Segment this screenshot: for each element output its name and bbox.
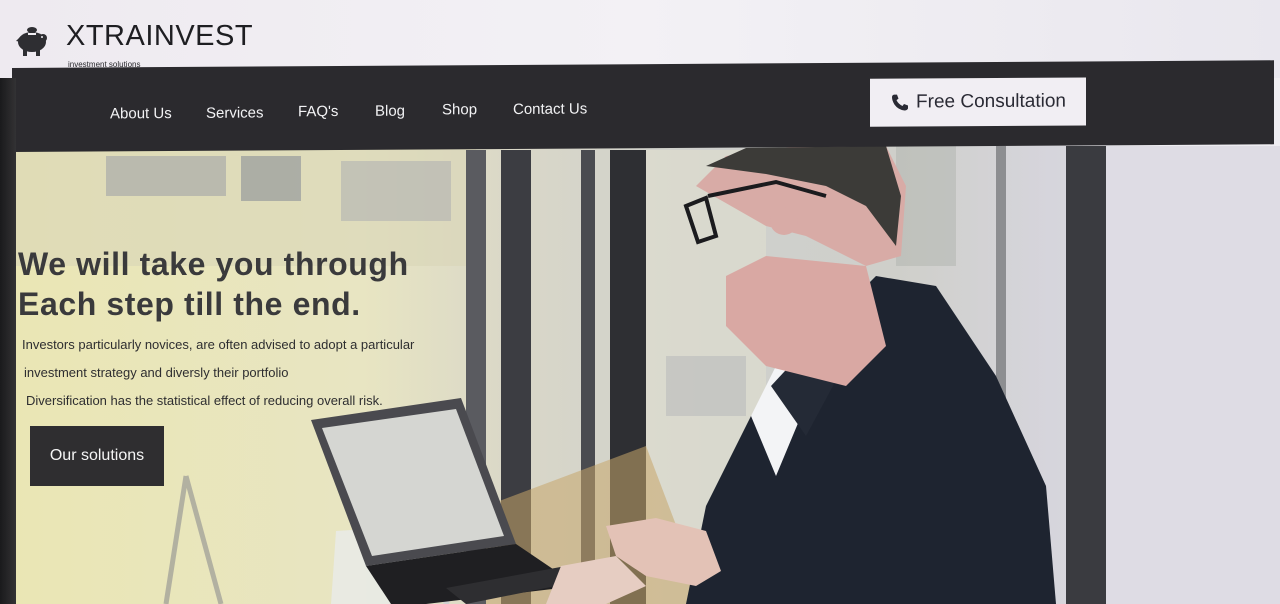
screen-bezel [0,78,16,604]
page: XTRAINVEST investment solutions We will … [0,0,1280,604]
piggy-bank-icon[interactable] [12,24,50,58]
hero-body-line-2: investment strategy and diversly their p… [24,365,289,380]
main-nav: About Us Services FAQ's Blog Shop Contac… [12,60,1274,152]
nav-item-about-us[interactable]: About Us [110,105,172,122]
nav-item-shop[interactable]: Shop [442,101,477,118]
brand-name[interactable]: XTRAINVEST [66,20,253,53]
hero-headline-line-1: We will take you through [18,246,409,282]
hero-body-line-1: Investors particularly novices, are ofte… [22,337,415,352]
our-solutions-button[interactable]: Our solutions [30,426,164,486]
nav-item-faqs[interactable]: FAQ's [298,103,338,120]
nav-item-blog[interactable]: Blog [375,103,405,120]
nav-item-contact-us[interactable]: Contact Us [513,100,587,117]
hero-headline-line-2: Each step till the end. [18,286,361,322]
phone-icon [892,94,909,111]
hero-headline: We will take you through Each step till … [18,244,409,324]
free-consultation-label: Free Consultation [916,90,1066,113]
hero-section: We will take you through Each step till … [6,146,1280,604]
free-consultation-button[interactable]: Free Consultation [870,77,1086,127]
hero-body-line-3: Diversification has the statistical effe… [26,393,383,408]
nav-item-services[interactable]: Services [206,104,264,121]
